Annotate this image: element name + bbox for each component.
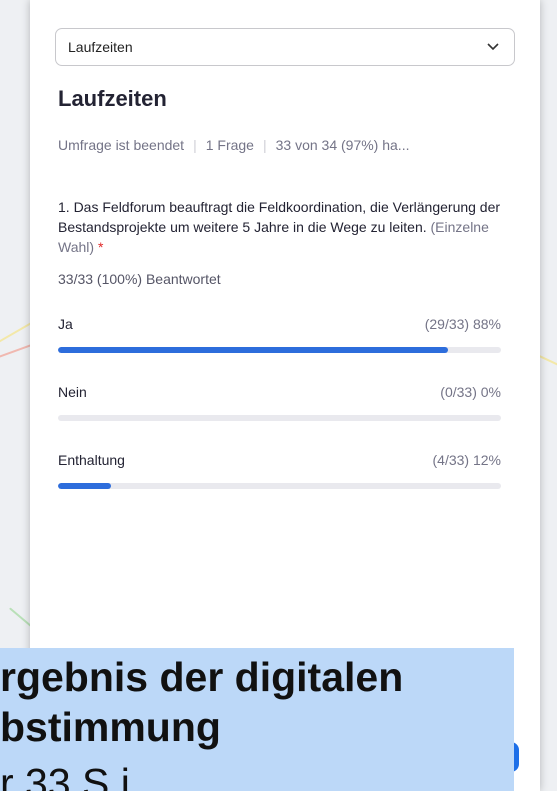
answered-count: 33/33 (100%) Beantwortet <box>58 271 221 287</box>
option-label: Nein <box>58 384 87 400</box>
divider: | <box>262 137 267 153</box>
chevron-down-icon <box>486 40 500 54</box>
poll-option: Ja (29/33) 88% <box>58 316 501 353</box>
poll-meta: Umfrage ist beendet | 1 Frage | 33 von 34 (9… <box>58 137 409 153</box>
caption-line: bstimmung <box>0 704 221 750</box>
option-stat: (0/33) 0% <box>440 384 501 400</box>
poll-participation: 33 von 34 (97%) ha... <box>275 137 410 153</box>
progress-fill <box>58 483 112 489</box>
required-mark: * <box>97 239 104 255</box>
caption-line: r 33 S i <box>0 760 130 791</box>
option-stat: (29/33) 88% <box>424 316 501 332</box>
poll-title: Laufzeiten <box>58 86 167 111</box>
poll-option: Nein (0/33) 0% <box>58 384 501 421</box>
option-label: Enthaltung <box>58 452 125 468</box>
divider: | <box>193 137 197 153</box>
option-label: Ja <box>58 316 73 332</box>
caption-overlay: rgebnis der digitalen bstimmung r 33 S i <box>0 648 514 791</box>
progress-track <box>58 347 501 353</box>
poll-question-count: 1 Frage <box>205 137 254 153</box>
poll-option: Enthaltung (4/33) 12% <box>58 452 501 489</box>
poll-select-dropdown[interactable]: Laufzeiten <box>55 28 515 66</box>
poll-status: Umfrage ist beendet <box>58 137 185 153</box>
progress-track <box>58 483 501 489</box>
progress-fill <box>58 347 448 353</box>
option-stat: (4/33) 12% <box>432 452 501 468</box>
poll-question: 1. Das Feldforum beauftragt die Feldkoor… <box>58 197 503 257</box>
poll-select-value: Laufzeiten <box>68 39 133 55</box>
progress-track <box>58 415 501 421</box>
caption-line: rgebnis der digitalen <box>0 654 404 700</box>
